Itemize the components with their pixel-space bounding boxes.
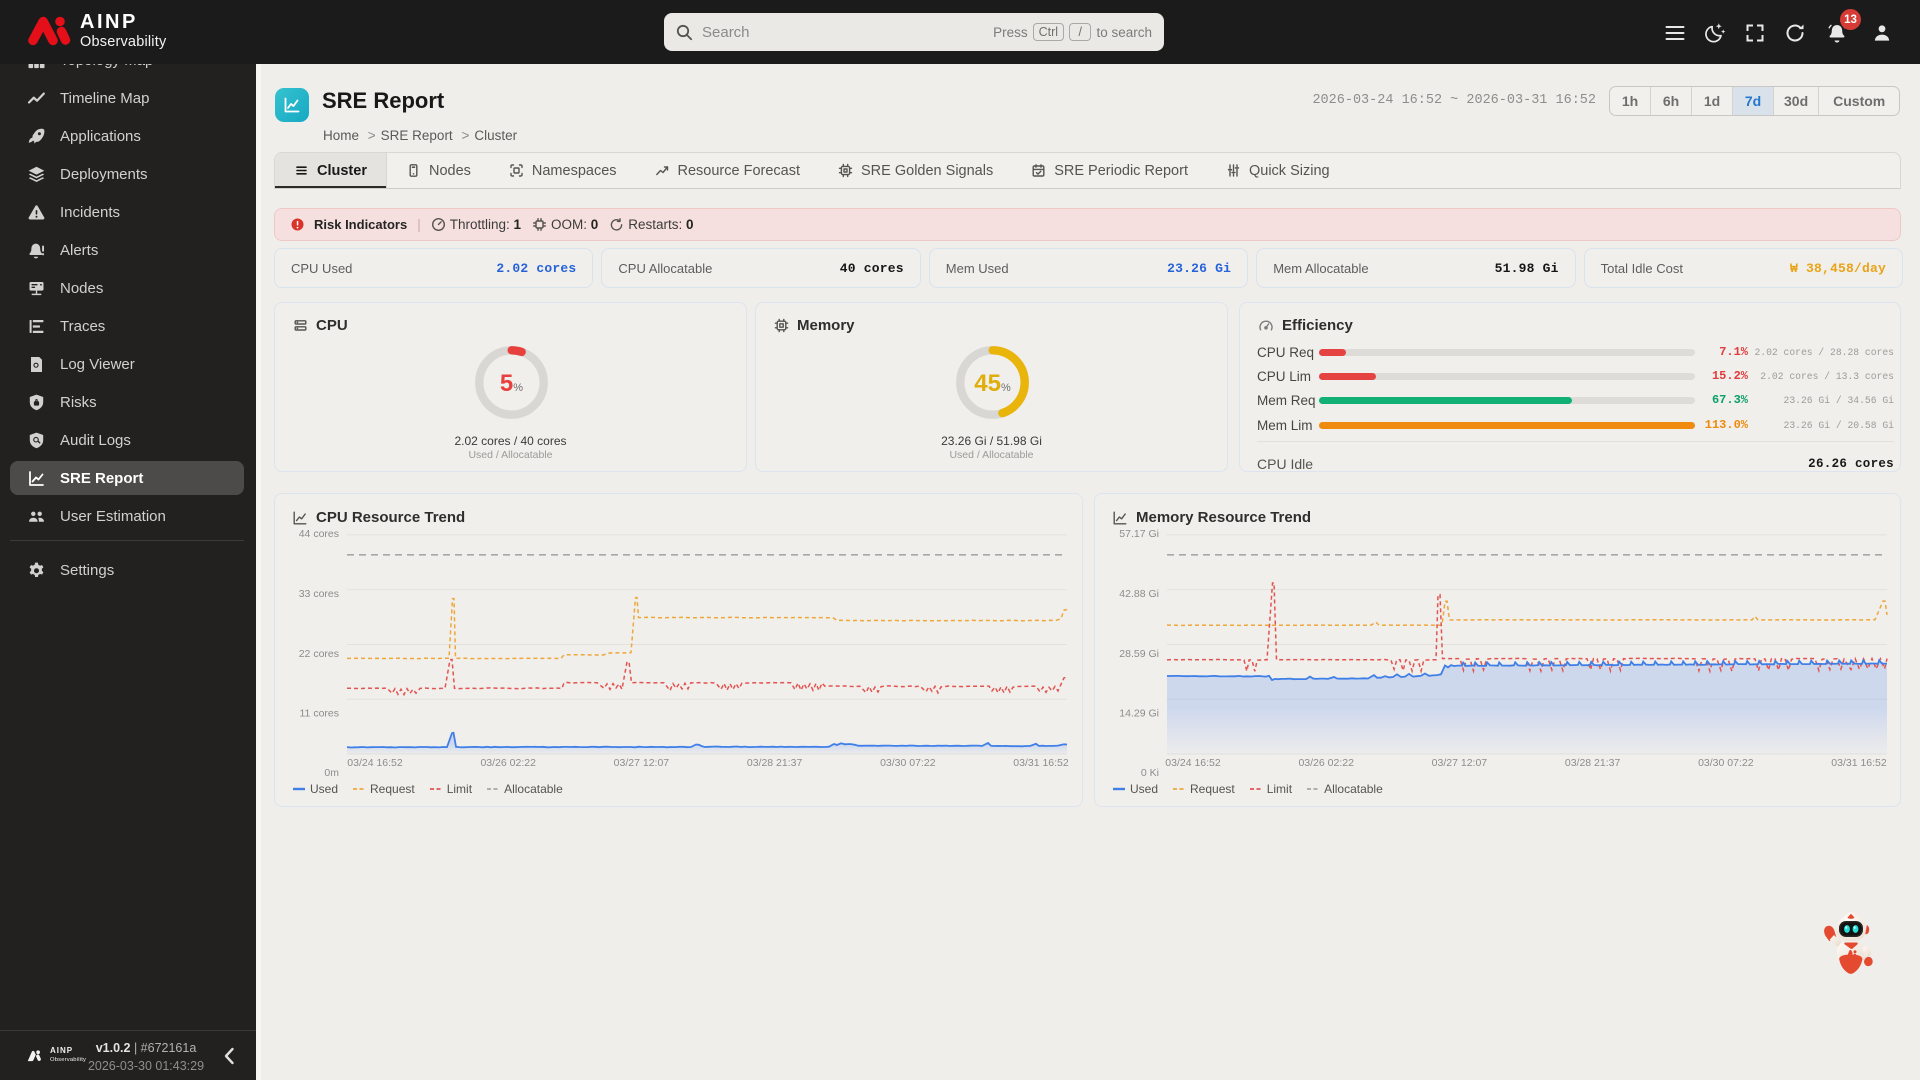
svg-text:03/31 16:52: 03/31 16:52	[1831, 757, 1887, 769]
svg-text:03/26 02:22: 03/26 02:22	[480, 757, 536, 769]
svg-text:03/28 21:37: 03/28 21:37	[1565, 757, 1621, 769]
svg-text:14.29 Gi: 14.29 Gi	[1119, 708, 1159, 720]
svg-text:0m: 0m	[324, 767, 339, 779]
svg-text:03/27 12:07: 03/27 12:07	[614, 757, 670, 769]
svg-text:03/30 07:22: 03/30 07:22	[1698, 757, 1754, 769]
svg-text:03/24 16:52: 03/24 16:52	[1165, 757, 1221, 769]
svg-text:0 Ki: 0 Ki	[1141, 767, 1159, 779]
svg-text:03/28 21:37: 03/28 21:37	[747, 757, 803, 769]
svg-text:03/26 02:22: 03/26 02:22	[1298, 757, 1354, 769]
svg-text:42.88 Gi: 42.88 Gi	[1119, 588, 1159, 600]
svg-text:03/27 12:07: 03/27 12:07	[1432, 757, 1488, 769]
svg-text:22 cores: 22 cores	[299, 648, 339, 660]
svg-text:44 cores: 44 cores	[299, 528, 339, 540]
svg-text:03/31 16:52: 03/31 16:52	[1013, 757, 1069, 769]
svg-text:03/30 07:22: 03/30 07:22	[880, 757, 936, 769]
svg-text:28.59 Gi: 28.59 Gi	[1119, 648, 1159, 660]
svg-text:33 cores: 33 cores	[299, 588, 339, 600]
svg-text:57.17 Gi: 57.17 Gi	[1119, 528, 1159, 540]
svg-text:11 cores: 11 cores	[300, 708, 340, 720]
svg-text:03/24 16:52: 03/24 16:52	[347, 757, 403, 769]
